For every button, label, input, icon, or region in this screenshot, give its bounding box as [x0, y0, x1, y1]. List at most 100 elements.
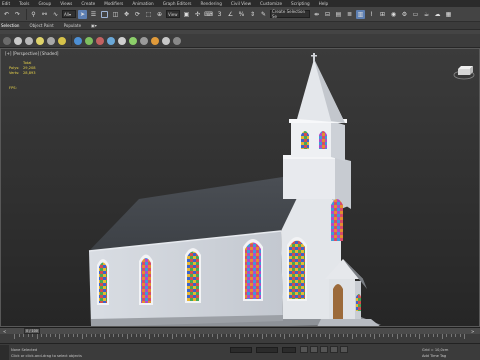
redo-icon[interactable]: ↷	[13, 10, 22, 19]
track-tick	[374, 334, 375, 339]
track-tick	[279, 334, 281, 337]
globe-icon[interactable]	[85, 36, 93, 45]
track-tick	[158, 334, 159, 337]
track-tick	[324, 334, 326, 337]
keyboard-shortcut-icon[interactable]: ⌨	[204, 10, 213, 19]
separator	[71, 35, 72, 46]
spinner-snap-icon[interactable]: ⇕	[248, 10, 257, 19]
gear-icon[interactable]	[74, 36, 82, 45]
tab-object-paint[interactable]: Object Paint	[29, 23, 53, 28]
menu-scripting[interactable]: Scripting	[291, 1, 310, 6]
move-icon[interactable]: ✥	[122, 10, 131, 19]
track-tick	[437, 334, 438, 337]
menu-modifiers[interactable]: Modifiers	[104, 1, 123, 6]
menu-animation[interactable]: Animation	[132, 1, 153, 6]
place-icon[interactable]: ⊕	[155, 10, 164, 19]
angle-snap-icon[interactable]: ∠	[226, 10, 235, 19]
unlink-icon[interactable]: ⚯	[40, 10, 49, 19]
sun-icon[interactable]	[36, 36, 44, 45]
undo-icon[interactable]: ↶	[2, 10, 11, 19]
next-key-icon[interactable]	[330, 346, 338, 353]
viewcube-icon[interactable]	[453, 63, 475, 81]
manipulate-icon[interactable]: ✣	[193, 10, 202, 19]
percent-snap-icon[interactable]: %	[237, 10, 246, 19]
track-tick	[441, 334, 443, 339]
fire-icon[interactable]	[151, 36, 159, 45]
menu-customize[interactable]: Customize	[260, 1, 282, 6]
menu-help[interactable]: Help	[319, 1, 329, 6]
maxscript-listener[interactable]	[0, 345, 9, 360]
x-coordinate-field[interactable]	[230, 347, 252, 353]
scale-icon[interactable]: ⬚	[144, 10, 153, 19]
track-bar[interactable]	[0, 334, 480, 343]
track-tick	[423, 334, 425, 337]
leaf-icon[interactable]	[129, 36, 137, 45]
go-to-end-icon[interactable]	[340, 346, 348, 353]
ribbon-options-icon[interactable]: ▣▾	[91, 23, 97, 28]
rendered-frame-window-icon[interactable]: ▭	[411, 10, 420, 19]
sphere-icon[interactable]	[118, 36, 126, 45]
snaps-toggle-icon[interactable]: 3	[215, 10, 224, 19]
unknown-icon[interactable]	[3, 36, 11, 45]
menu-rendering[interactable]: Rendering	[200, 1, 221, 6]
cloud-icon[interactable]	[47, 36, 55, 45]
track-tick	[59, 334, 60, 339]
toggle-ribbon-icon[interactable]: ▥	[356, 9, 365, 19]
curve-editor-icon[interactable]: ⌇	[367, 10, 376, 19]
a360-gallery-icon[interactable]: ▦	[444, 10, 453, 19]
bulb-icon[interactable]	[58, 36, 66, 45]
rectangular-selection-icon[interactable]	[100, 10, 109, 19]
reference-coordinate-dropdown[interactable]: View	[166, 10, 180, 18]
menu-civil-view[interactable]: Civil View	[231, 1, 251, 6]
document-icon[interactable]	[162, 36, 170, 45]
menu-bar: Edit Tools Group Views Create Modifiers …	[0, 0, 480, 7]
cloud-icon[interactable]	[14, 36, 22, 45]
secondary-toolbar	[0, 34, 480, 48]
perspective-viewport[interactable]: [+] [Perspective] [Shaded] Total Polys: 2…	[0, 48, 480, 327]
tab-selection[interactable]: Selection	[1, 23, 19, 28]
menu-tools[interactable]: Tools	[19, 1, 29, 6]
render-production-icon[interactable]: ☕	[422, 10, 431, 19]
window-crossing-icon[interactable]: ◫	[111, 10, 120, 19]
z-coordinate-field[interactable]	[282, 347, 296, 353]
menu-create[interactable]: Create	[81, 1, 95, 6]
rotate-icon[interactable]: ⟳	[133, 10, 142, 19]
material-editor-icon[interactable]: ◉	[389, 10, 398, 19]
bind-space-warp-icon[interactable]: ∿	[51, 10, 60, 19]
toggle-layer-explorer-icon[interactable]: ≣	[345, 10, 354, 19]
align-icon[interactable]: ⊟	[323, 10, 332, 19]
tab-populate[interactable]: Populate	[64, 23, 81, 28]
viewport-label[interactable]: [+] [Perspective] [Shaded]	[5, 51, 59, 56]
menu-edit[interactable]: Edit	[2, 1, 10, 6]
bucket-icon[interactable]	[173, 36, 181, 45]
box-icon[interactable]	[140, 36, 148, 45]
track-tick	[450, 334, 452, 337]
cloud-icon[interactable]	[25, 36, 33, 45]
select-object-icon[interactable]: ➤	[78, 9, 87, 19]
render-in-cloud-icon[interactable]: ☁	[433, 10, 442, 19]
pivot-center-icon[interactable]: ▣	[182, 10, 191, 19]
y-coordinate-field[interactable]	[256, 347, 278, 353]
play-icon[interactable]	[320, 346, 328, 353]
selection-filter-dropdown[interactable]: All▾	[62, 10, 76, 18]
add-time-tag[interactable]: Add Time Tag	[422, 354, 446, 358]
render-setup-icon[interactable]: ⚙	[400, 10, 409, 19]
track-tick	[410, 334, 411, 337]
schematic-view-icon[interactable]: ⊞	[378, 10, 387, 19]
time-slider[interactable]: < 0 / 100 >	[0, 327, 480, 334]
menu-views[interactable]: Views	[60, 1, 72, 6]
frame-counter: 0 / 100	[26, 329, 38, 333]
previous-key-icon[interactable]	[310, 346, 318, 353]
go-to-start-icon[interactable]	[300, 346, 308, 353]
mirror-icon[interactable]: ⇹	[312, 10, 321, 19]
menu-group[interactable]: Group	[38, 1, 51, 6]
named-selection-dropdown[interactable]: Create Selection Se	[270, 9, 310, 19]
material-icon[interactable]	[107, 36, 115, 45]
edit-named-selection-icon[interactable]: ✎	[259, 10, 268, 19]
select-by-name-icon[interactable]: ☰	[89, 10, 98, 19]
refresh-icon[interactable]	[96, 36, 104, 45]
track-tick	[198, 334, 200, 337]
toggle-scene-explorer-icon[interactable]: ▤	[334, 10, 343, 19]
link-icon[interactable]: ⚲	[29, 10, 38, 19]
menu-graph-editors[interactable]: Graph Editors	[163, 1, 192, 6]
